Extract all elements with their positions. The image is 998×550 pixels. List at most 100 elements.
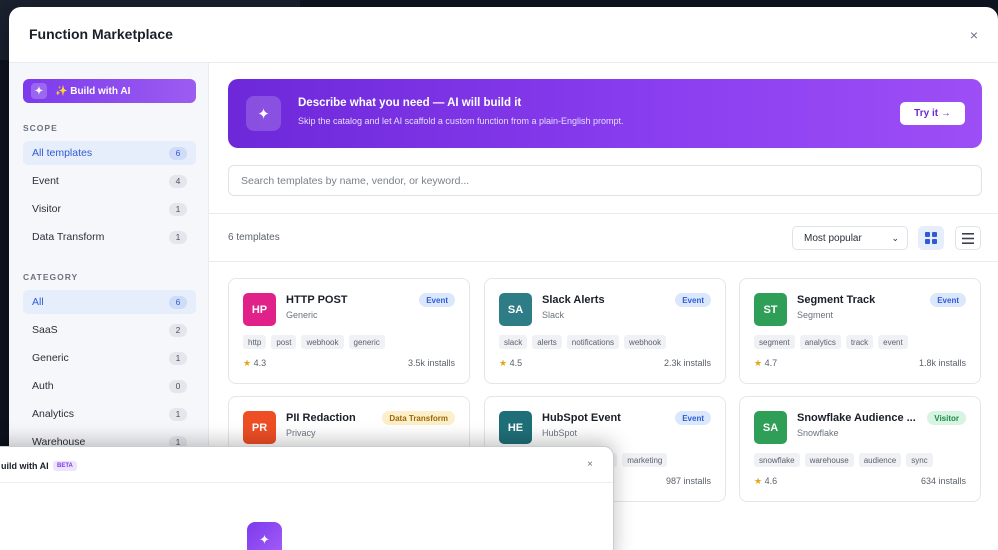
category-section-label: CATEGORY xyxy=(23,272,79,282)
star-icon: ★ xyxy=(243,358,252,368)
tag-list: http post webhook generic xyxy=(243,335,385,349)
count-badge: 2 xyxy=(169,323,187,337)
star-icon: ★ xyxy=(499,358,508,368)
star-icon: ★ xyxy=(754,476,763,486)
tag-list: snowflake warehouse audience sync xyxy=(754,453,933,467)
grid-view-button[interactable] xyxy=(918,226,944,250)
build-with-ai-dialog: uild with AI BETA × ✦ xyxy=(0,446,614,550)
template-name: HTTP POST xyxy=(286,294,348,306)
count-badge: 0 xyxy=(169,379,187,393)
sidebar-item-data-transform[interactable]: Data Transform 1 xyxy=(23,225,196,249)
install-count: 634 installs xyxy=(920,476,966,486)
template-vendor: HubSpot xyxy=(542,428,578,438)
template-card-segment-track[interactable]: ST Segment Track Segment Event segment a… xyxy=(739,278,981,384)
sidebar-item-label: Auth xyxy=(32,380,54,392)
template-logo: ST xyxy=(754,293,787,326)
template-name: Slack Alerts xyxy=(542,294,605,306)
banner-title: Describe what you need — AI will build i… xyxy=(298,97,522,109)
type-badge: Event xyxy=(675,293,711,307)
chevron-down-icon: ⌄ xyxy=(891,232,899,243)
tag: http xyxy=(243,335,267,349)
sidebar-item-label: Generic xyxy=(32,352,69,364)
list-icon xyxy=(962,232,974,244)
sidebar-item-label: Data Transform xyxy=(32,231,105,243)
type-badge: Visitor xyxy=(927,411,966,425)
divider xyxy=(0,482,613,483)
tag: audience xyxy=(858,453,902,467)
scope-section-label: SCOPE xyxy=(23,123,58,133)
tag: segment xyxy=(754,335,795,349)
tag: webhook xyxy=(301,335,344,349)
install-count: 2.3k installs xyxy=(663,358,711,368)
template-logo: SA xyxy=(499,293,532,326)
tag: slack xyxy=(499,335,528,349)
count-badge: 6 xyxy=(169,146,187,160)
sidebar-item-visitor[interactable]: Visitor 1 xyxy=(23,197,196,221)
sparkle-icon: ✦ xyxy=(246,96,281,131)
sidebar-item-generic[interactable]: Generic 1 xyxy=(23,346,196,370)
template-count: 6 templates xyxy=(228,232,280,243)
type-badge: Event xyxy=(419,293,455,307)
count-badge: 1 xyxy=(169,351,187,365)
sparkle-icon: ✦ xyxy=(31,83,47,99)
rating-value: 4.6 xyxy=(764,476,778,486)
count-badge: 6 xyxy=(169,295,187,309)
sidebar-item-auth[interactable]: Auth 0 xyxy=(23,374,196,398)
ai-banner: ✦ Describe what you need — AI will build… xyxy=(228,79,982,148)
template-card-slack-alerts[interactable]: SA Slack Alerts Slack Event slack alerts… xyxy=(484,278,726,384)
count-badge: 1 xyxy=(169,202,187,216)
template-name: Snowflake Audience ... xyxy=(797,412,916,424)
list-view-button[interactable] xyxy=(955,226,981,250)
install-count: 1.8k installs xyxy=(918,358,966,368)
try-it-button[interactable]: Try it → xyxy=(900,102,965,125)
template-name: PII Redaction xyxy=(286,412,356,424)
search-input[interactable] xyxy=(228,165,982,196)
grid-icon xyxy=(925,232,937,244)
install-count: 3.5k installs xyxy=(407,358,455,368)
sort-value: Most popular xyxy=(804,232,862,244)
type-badge: Data Transform xyxy=(382,411,455,425)
tag: notifications xyxy=(566,335,620,349)
rating: ★ 4.5 xyxy=(499,358,522,369)
template-vendor: Snowflake xyxy=(797,428,839,438)
template-vendor: Slack xyxy=(542,310,565,320)
tag: webhook xyxy=(624,335,667,349)
count-badge: 4 xyxy=(169,174,187,188)
rating-value: 4.3 xyxy=(253,358,267,368)
tag: warehouse xyxy=(804,453,854,467)
sidebar-item-analytics[interactable]: Analytics 1 xyxy=(23,402,196,426)
template-card-http-post[interactable]: HP HTTP POST Generic Event http post web… xyxy=(228,278,470,384)
modal-header: Function Marketplace × xyxy=(9,7,998,63)
build-with-ai-button[interactable]: ✦ ✨ Build with AI xyxy=(23,79,196,103)
template-name: HubSpot Event xyxy=(542,412,621,424)
type-badge: Event xyxy=(930,293,966,307)
sparkle-icon: ✦ xyxy=(247,522,282,550)
tag-list: slack alerts notifications webhook xyxy=(499,335,667,349)
sidebar-item-label: Analytics xyxy=(32,408,75,420)
tag: sync xyxy=(906,453,933,467)
template-logo: HP xyxy=(243,293,276,326)
sidebar-item-all-templates[interactable]: All templates 6 xyxy=(23,141,196,165)
install-count: 987 installs xyxy=(665,476,711,486)
rating-value: 4.7 xyxy=(764,358,778,368)
tag: post xyxy=(271,335,297,349)
star-icon: ★ xyxy=(754,358,763,368)
sort-select[interactable]: Most popular ⌄ xyxy=(792,226,908,250)
template-vendor: Privacy xyxy=(286,428,316,438)
tag: alerts xyxy=(532,335,562,349)
tag: snowflake xyxy=(754,453,800,467)
sidebar-item-saas[interactable]: SaaS 2 xyxy=(23,318,196,342)
type-badge: Event xyxy=(675,411,711,425)
banner-subtitle: Skip the catalog and let AI scaffold a c… xyxy=(298,116,624,126)
close-icon[interactable]: × xyxy=(587,459,593,470)
template-card-snowflake-audience[interactable]: SA Snowflake Audience ... Snowflake Visi… xyxy=(739,396,981,502)
tag: generic xyxy=(348,335,385,349)
tag: marketing xyxy=(622,453,668,467)
template-logo: PR xyxy=(243,411,276,444)
sidebar-item-all[interactable]: All 6 xyxy=(23,290,196,314)
sidebar-item-event[interactable]: Event 4 xyxy=(23,169,196,193)
template-name: Segment Track xyxy=(797,294,876,306)
template-logo: SA xyxy=(754,411,787,444)
close-icon[interactable]: × xyxy=(970,27,978,43)
tag-list: t marketing xyxy=(605,453,668,467)
